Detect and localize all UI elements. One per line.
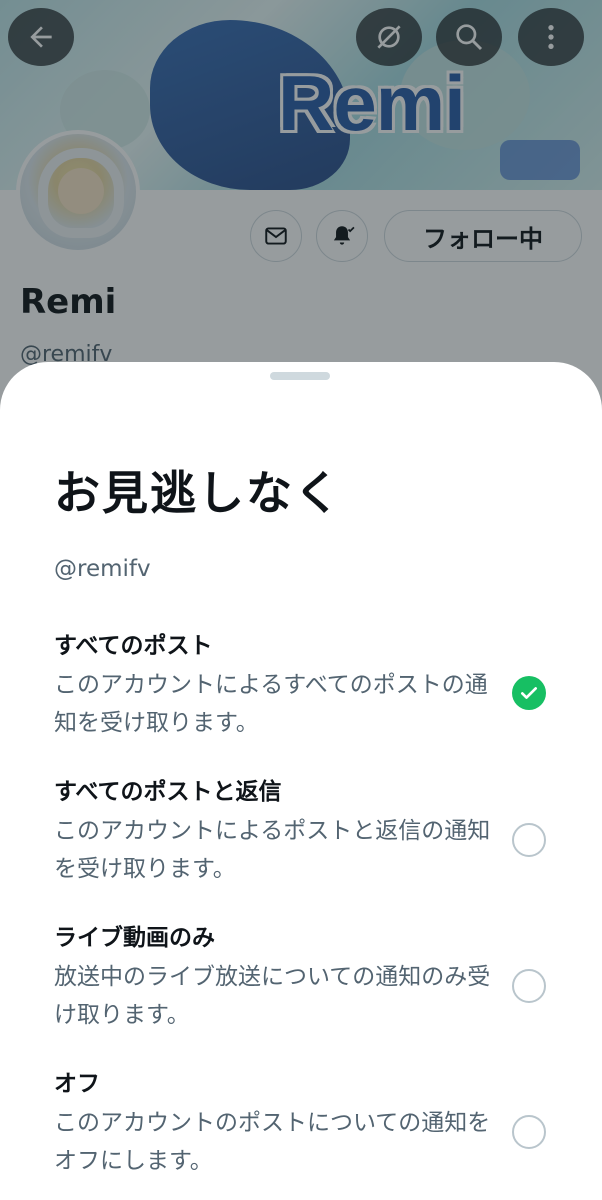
option-title: すべてのポストと返信 (54, 779, 282, 805)
check-icon (521, 687, 537, 699)
option-off[interactable]: オフ このアカウントのポストについての通知をオフにします。 (0, 1064, 602, 1194)
sheet-drag-handle[interactable] (270, 372, 330, 380)
notification-settings-sheet: お見逃しなく @remifv すべてのポスト このアカウントによるすべてのポスト… (0, 362, 602, 1200)
option-title: オフ (54, 1071, 100, 1097)
sheet-handle: @remifv (54, 556, 151, 582)
radio-selected[interactable] (512, 676, 546, 710)
option-description: このアカウントのポストについての通知をオフにします。 (54, 1110, 491, 1174)
option-description: 放送中のライブ放送についての通知のみ受け取ります。 (54, 964, 491, 1028)
radio-unselected[interactable] (512, 1115, 546, 1149)
option-description: このアカウントによるポストと返信の通知を受け取ります。 (54, 818, 491, 882)
radio-unselected[interactable] (512, 969, 546, 1003)
option-posts-and-replies[interactable]: すべてのポストと返信 このアカウントによるポストと返信の通知を受け取ります。 (0, 772, 602, 902)
option-live-video-only[interactable]: ライブ動画のみ 放送中のライブ放送についての通知のみ受け取ります。 (0, 918, 602, 1048)
option-title: すべてのポスト (54, 633, 213, 659)
option-all-posts[interactable]: すべてのポスト このアカウントによるすべてのポストの通知を受け取ります。 (0, 626, 602, 756)
option-description: このアカウントによるすべてのポストの通知を受け取ります。 (54, 672, 488, 736)
radio-unselected[interactable] (512, 823, 546, 857)
option-title: ライブ動画のみ (54, 925, 215, 951)
sheet-title: お見逃しなく (54, 466, 342, 520)
